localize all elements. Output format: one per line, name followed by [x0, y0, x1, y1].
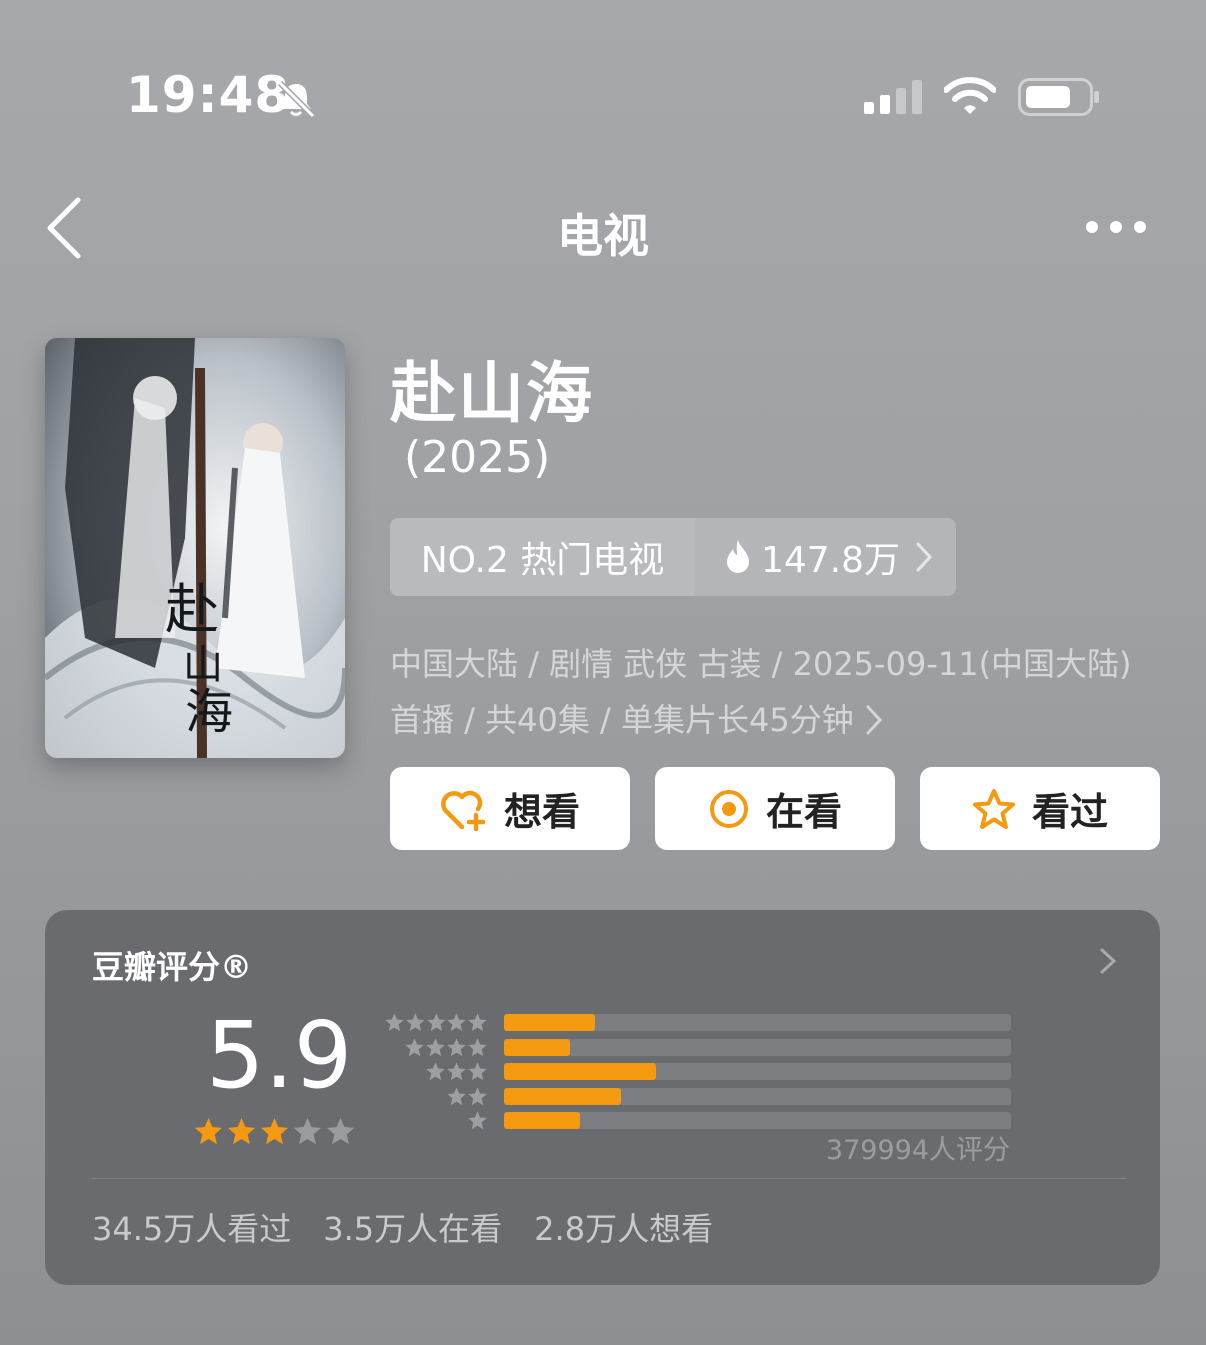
want-count[interactable]: 2.8万人想看: [534, 1204, 713, 1250]
watching-label: 在看: [765, 790, 842, 834]
bar-fill-2: [504, 1087, 621, 1105]
bar-fill-5: [504, 1014, 596, 1031]
watching-button[interactable]: 在看: [655, 767, 895, 850]
movie-year: (2025): [404, 432, 551, 483]
movie-meta[interactable]: 中国大陆 / 剧情 武侠 古装 / 2025-09-11(中国大陆) 首播 / …: [390, 636, 1160, 748]
rating-title: 豆瓣评分®: [92, 948, 253, 986]
rank-label: NO.2 热门电视: [390, 518, 695, 596]
chevron-right-icon: [916, 542, 933, 572]
status-time: 19:48: [126, 66, 291, 124]
small-star-icon: [468, 1111, 487, 1130]
small-star-icon: [468, 1037, 487, 1056]
star-empty-icon: [326, 1117, 355, 1145]
divider: [92, 1178, 1127, 1179]
heat-indicator[interactable]: 147.8万: [695, 518, 956, 596]
watched-count[interactable]: 34.5万人看过: [92, 1204, 291, 1250]
chevron-right-icon: [866, 705, 882, 735]
page-title: 电视: [557, 209, 649, 263]
svg-text:山: 山: [183, 642, 223, 688]
poster-image[interactable]: 赴 山 海: [45, 338, 345, 758]
target-icon: [709, 789, 748, 828]
svg-text:海: 海: [185, 684, 233, 740]
signal-icon: [864, 80, 922, 114]
rating-distribution: [504, 1014, 1011, 1137]
small-star-icon: [426, 1013, 446, 1031]
watching-count[interactable]: 3.5万人在看: [323, 1204, 502, 1250]
star-level-labels: [384, 1012, 488, 1135]
star-filled-icon: [194, 1117, 223, 1145]
silent-bell-icon: [277, 80, 316, 118]
small-star-icon: [468, 1086, 487, 1105]
flame-icon: [727, 540, 749, 573]
svg-text:赴: 赴: [165, 578, 219, 641]
star-level-2: [384, 1086, 488, 1111]
star-level-4: [384, 1037, 488, 1062]
small-star-icon: [468, 1013, 487, 1031]
wifi-icon: [944, 77, 996, 114]
small-star-icon: [468, 1062, 487, 1081]
star-empty-icon: [293, 1117, 322, 1145]
star-level-1: [384, 1110, 488, 1135]
bar-track-5: [504, 1014, 1011, 1031]
audience-stats: 34.5万人看过 3.5万人在看 2.8万人想看: [92, 1204, 713, 1250]
small-star-icon: [447, 1062, 466, 1081]
small-star-icon: [447, 1086, 466, 1105]
watched-label: 看过: [1031, 790, 1108, 834]
rating-stars: [193, 1116, 356, 1147]
vote-count: 379994人评分: [825, 1135, 1010, 1166]
bar-fill-1: [504, 1112, 581, 1129]
star-level-3: [384, 1061, 488, 1086]
more-icon[interactable]: [1084, 216, 1148, 238]
small-star-icon: [426, 1062, 445, 1081]
movie-title: 赴山海: [390, 355, 594, 432]
star-filled-icon: [227, 1117, 256, 1145]
meta-line-1: 中国大陆 / 剧情 武侠 古装 / 2025-09-11(中国大陆): [390, 645, 1132, 683]
bar-track-3: [504, 1063, 1011, 1080]
small-star-icon: [406, 1013, 425, 1031]
watched-button[interactable]: 看过: [920, 767, 1160, 850]
star-filled-icon: [260, 1117, 289, 1145]
star-outline-icon: [972, 788, 1015, 829]
heart-plus-icon: [441, 790, 486, 831]
small-star-icon: [447, 1013, 466, 1031]
meta-line-2: 首播 / 共40集 / 单集片长45分钟: [390, 692, 1160, 748]
bar-fill-4: [504, 1038, 570, 1056]
battery-icon: [1018, 78, 1099, 116]
rating-score: 5.9: [206, 1002, 353, 1109]
small-star-icon: [426, 1037, 445, 1056]
heat-value: 147.8万: [761, 540, 901, 581]
meta-line-2-text: 首播 / 共40集 / 单集片长45分钟: [390, 701, 854, 739]
bar-track-1: [504, 1112, 1011, 1129]
star-level-5: [384, 1012, 488, 1037]
ranking-banner[interactable]: NO.2 热门电视 147.8万: [390, 518, 956, 596]
bar-track-2: [504, 1087, 1011, 1105]
bar-track-4: [504, 1038, 1011, 1056]
small-star-icon: [385, 1013, 404, 1031]
want-button[interactable]: 想看: [390, 767, 630, 850]
bar-fill-3: [504, 1063, 657, 1080]
small-star-icon: [447, 1037, 466, 1056]
want-label: 想看: [503, 790, 580, 834]
small-star-icon: [405, 1037, 424, 1056]
poster-artwork: 赴 山 海: [45, 338, 345, 758]
chevron-right-icon[interactable]: [1096, 944, 1120, 978]
